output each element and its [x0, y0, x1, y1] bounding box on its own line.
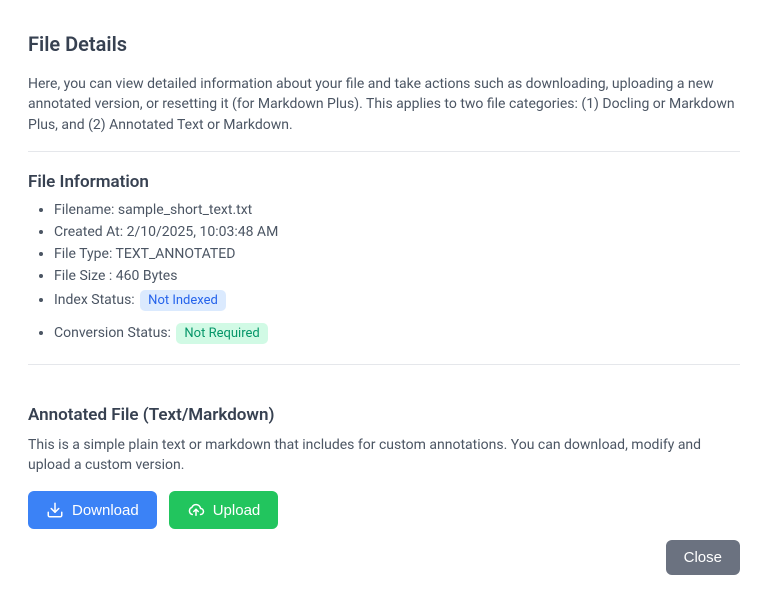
index-status-label: Index Status:: [54, 292, 138, 308]
list-item: File Type: TEXT_ANNOTATED: [54, 246, 740, 262]
upload-button-label: Upload: [213, 502, 261, 519]
list-item: Filename: sample_short_text.txt: [54, 202, 740, 218]
list-item: Index Status: Not Indexed: [54, 290, 740, 311]
file-type-label: File Type:: [54, 246, 116, 262]
index-status-badge: Not Indexed: [140, 290, 226, 311]
download-button-label: Download: [72, 502, 139, 519]
list-item: Conversion Status: Not Required: [54, 323, 740, 344]
file-type-value: TEXT_ANNOTATED: [116, 246, 236, 262]
filename-label: Filename:: [54, 202, 118, 218]
modal-title: File Details: [28, 32, 740, 56]
conversion-status-badge: Not Required: [176, 323, 267, 344]
file-details-modal: File Details Here, you can view detailed…: [0, 0, 768, 599]
conversion-status-label: Conversion Status:: [54, 325, 174, 341]
divider: [28, 364, 740, 365]
list-item: Created At: 2/10/2025, 10:03:48 AM: [54, 224, 740, 240]
file-information-title: File Information: [28, 172, 740, 192]
cloud-upload-icon: [187, 501, 205, 519]
file-size-value: 460 Bytes: [116, 268, 178, 284]
modal-description: Here, you can view detailed information …: [28, 74, 740, 135]
filename-value: sample_short_text.txt: [118, 202, 252, 218]
list-item: File Size : 460 Bytes: [54, 268, 740, 284]
annotated-file-title: Annotated File (Text/Markdown): [28, 405, 740, 425]
modal-footer: Close: [666, 540, 740, 575]
button-row: Download Upload: [28, 491, 740, 529]
divider: [28, 151, 740, 152]
file-size-label: File Size :: [54, 268, 116, 284]
annotated-file-description: This is a simple plain text or markdown …: [28, 435, 740, 476]
created-at-label: Created At:: [54, 224, 127, 240]
created-at-value: 2/10/2025, 10:03:48 AM: [127, 224, 279, 240]
download-button[interactable]: Download: [28, 491, 157, 529]
file-information-section: File Information Filename: sample_short_…: [28, 172, 740, 344]
annotated-file-section: Annotated File (Text/Markdown) This is a…: [28, 405, 740, 530]
file-info-list: Filename: sample_short_text.txt Created …: [28, 202, 740, 344]
download-icon: [46, 501, 64, 519]
upload-button[interactable]: Upload: [169, 491, 279, 529]
close-button[interactable]: Close: [666, 540, 740, 575]
